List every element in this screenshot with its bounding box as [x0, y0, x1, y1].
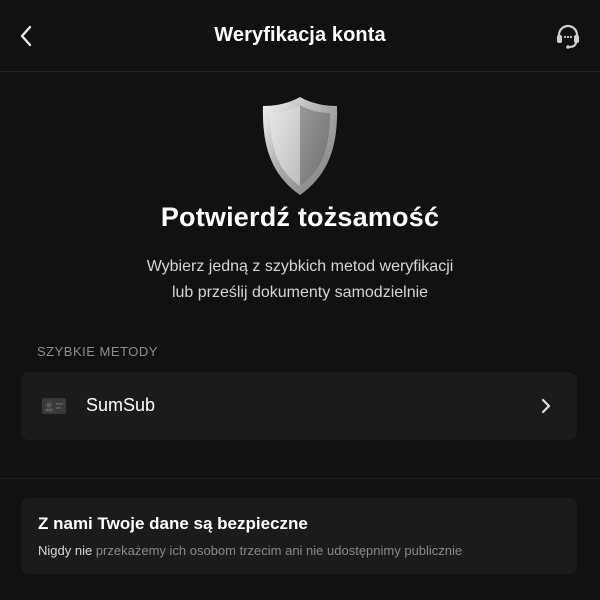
- hero-subtitle-line-1: Wybierz jedną z szybkich metod weryfikac…: [146, 258, 454, 275]
- id-card-icon: [42, 398, 66, 414]
- info-text-emphasis: Nigdy nie: [38, 543, 93, 558]
- page-title: Weryfikacja konta: [214, 24, 386, 46]
- header-bar: Weryfikacja konta: [0, 0, 600, 72]
- headset-support-icon: [557, 24, 579, 49]
- chevron-right-icon: [541, 398, 551, 414]
- section-divider: [0, 478, 600, 479]
- hero-subtitle: Wybierz jedną z szybkich metod weryfikac…: [0, 254, 600, 306]
- hero-title: Potwierdź tożsamość: [160, 202, 440, 232]
- verification-screen: Weryfikacja konta Potwierdź tożsamość Wy…: [0, 0, 600, 600]
- method-label: SumSub: [86, 395, 156, 415]
- info-text: Nigdy nie przekażemy ich osobom trzecim …: [38, 543, 462, 558]
- info-title: Z nami Twoje dane są bezpieczne: [38, 514, 308, 533]
- shield-icon: [256, 94, 344, 198]
- hero-subtitle-line-2: lub prześlij dokumenty samodzielnie: [171, 284, 429, 301]
- support-button[interactable]: [552, 20, 584, 52]
- info-text-rest: przekażemy ich osobom trzecim ani nie ud…: [92, 543, 463, 558]
- quick-methods-label: SZYBKIE METODY: [37, 344, 158, 359]
- security-info-card: Z nami Twoje dane są bezpieczne Nigdy ni…: [21, 498, 577, 574]
- method-sumsub[interactable]: SumSub: [21, 372, 577, 440]
